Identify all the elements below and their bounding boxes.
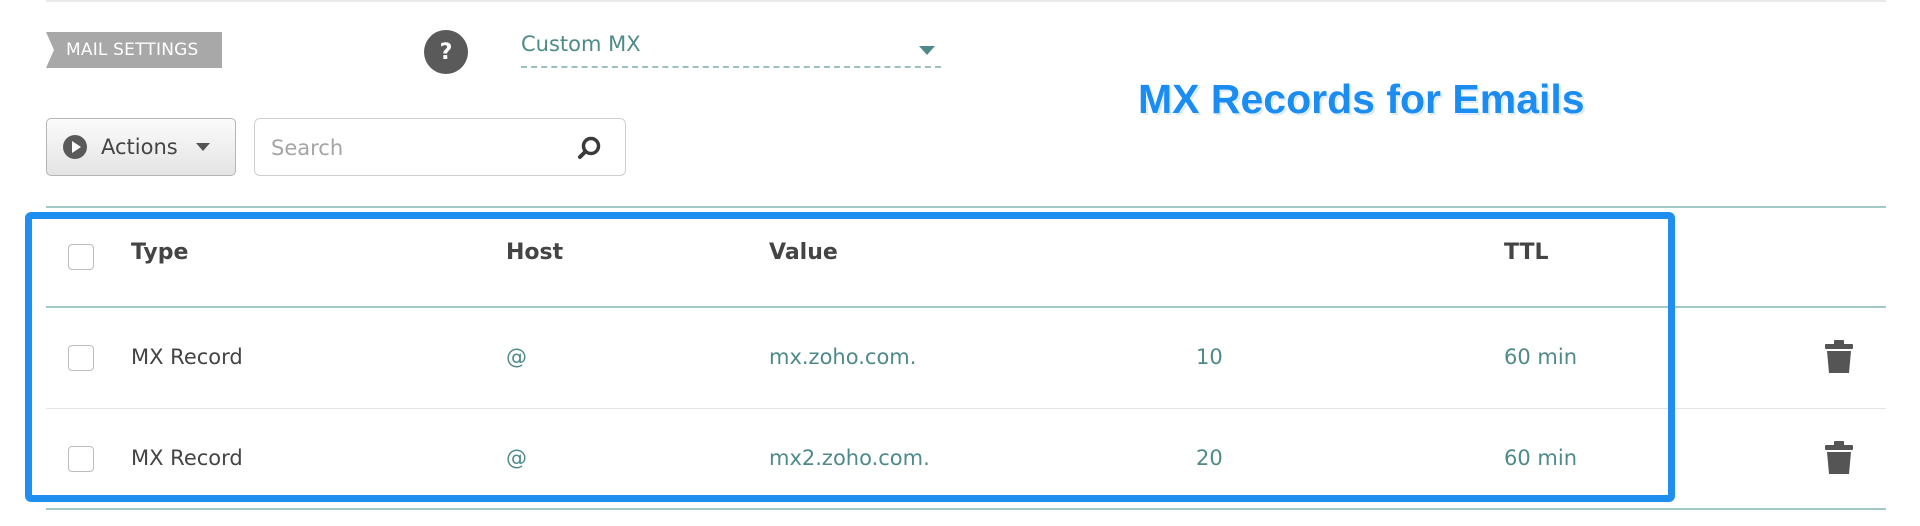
- record-priority[interactable]: 20: [1196, 446, 1223, 470]
- annotation-title: MX Records for Emails: [1138, 76, 1585, 122]
- record-value[interactable]: mx2.zoho.com.: [769, 446, 930, 470]
- actions-label: Actions: [101, 135, 178, 159]
- mail-mode-selected: Custom MX: [521, 32, 641, 56]
- mail-settings-tag: MAIL SETTINGS: [46, 32, 222, 68]
- caret-down-icon: [195, 143, 210, 151]
- row-checkbox[interactable]: [68, 446, 94, 472]
- table-top-divider: [46, 206, 1886, 208]
- column-header-value[interactable]: Value: [769, 240, 838, 265]
- table-bottom-divider: [46, 508, 1886, 510]
- record-ttl[interactable]: 60 min: [1504, 446, 1577, 470]
- top-divider: [46, 0, 1886, 2]
- chevron-down-icon: [919, 46, 935, 55]
- trash-icon[interactable]: [1824, 340, 1854, 374]
- select-all-checkbox[interactable]: [68, 244, 94, 270]
- play-icon: [63, 135, 87, 159]
- column-header-type[interactable]: Type: [131, 240, 188, 265]
- column-header-host[interactable]: Host: [506, 240, 563, 265]
- search-icon[interactable]: [577, 135, 603, 161]
- record-type: MX Record: [131, 446, 243, 470]
- mail-settings-label: MAIL SETTINGS: [66, 40, 199, 60]
- record-ttl[interactable]: 60 min: [1504, 345, 1577, 369]
- question-icon: ?: [439, 39, 453, 65]
- record-host[interactable]: @: [506, 345, 527, 369]
- row-divider: [46, 408, 1886, 409]
- search-input[interactable]: [269, 131, 563, 165]
- row-checkbox[interactable]: [68, 345, 94, 371]
- record-value[interactable]: mx.zoho.com.: [769, 345, 916, 369]
- column-header-ttl[interactable]: TTL: [1504, 240, 1549, 265]
- table-header-divider: [46, 306, 1886, 308]
- record-type: MX Record: [131, 345, 243, 369]
- record-host[interactable]: @: [506, 446, 527, 470]
- trash-icon[interactable]: [1824, 441, 1854, 475]
- actions-button[interactable]: Actions: [46, 118, 236, 176]
- help-button[interactable]: ?: [424, 30, 468, 74]
- mail-mode-dropdown[interactable]: Custom MX: [521, 28, 941, 68]
- search-box: [254, 118, 626, 176]
- record-priority[interactable]: 10: [1196, 345, 1223, 369]
